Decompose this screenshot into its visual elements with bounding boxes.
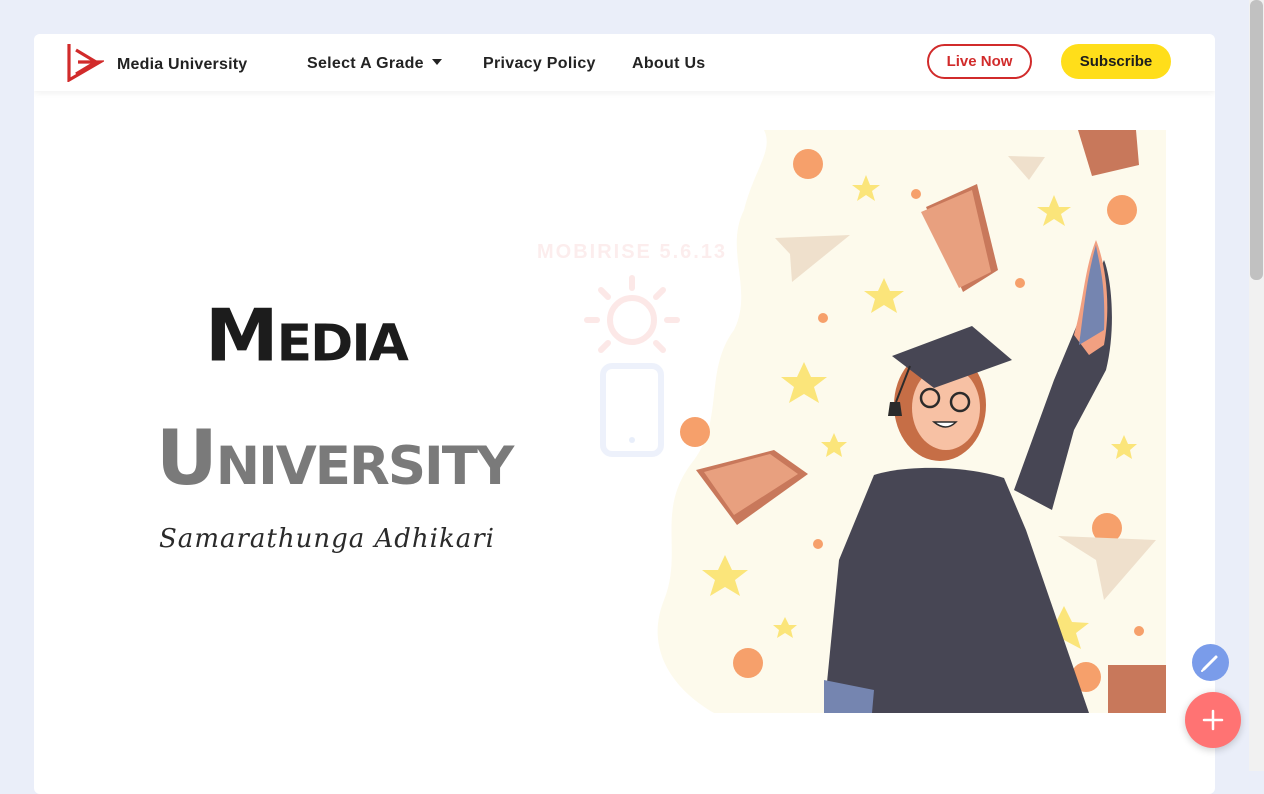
live-now-button[interactable]: Live Now bbox=[927, 44, 1032, 79]
hero-title-media: Media bbox=[205, 293, 409, 379]
page-container: Media University Select A Grade Privacy … bbox=[34, 34, 1215, 794]
plus-icon bbox=[1202, 709, 1224, 731]
brand-name[interactable]: Media University bbox=[117, 56, 247, 74]
nav-privacy-policy[interactable]: Privacy Policy bbox=[483, 55, 596, 73]
caret-down-icon bbox=[431, 58, 442, 65]
navbar: Media University Select A Grade Privacy … bbox=[34, 34, 1215, 91]
hero-signature: Samarathunga Adhikari bbox=[159, 524, 495, 554]
pencil-icon bbox=[1201, 655, 1218, 672]
scrollbar-thumb[interactable] bbox=[1250, 0, 1263, 280]
nav-select-grade[interactable]: Select A Grade bbox=[307, 55, 442, 73]
nav-about-us[interactable]: About Us bbox=[632, 55, 706, 73]
graduate-illustration bbox=[657, 130, 1166, 713]
subscribe-button[interactable]: Subscribe bbox=[1061, 44, 1171, 79]
add-fab-button[interactable] bbox=[1185, 692, 1241, 748]
brand-logo-icon[interactable] bbox=[66, 42, 104, 82]
edit-fab-button[interactable] bbox=[1192, 644, 1229, 681]
hero-title-university: University bbox=[156, 413, 514, 502]
nav-select-grade-label: Select A Grade bbox=[307, 55, 424, 72]
